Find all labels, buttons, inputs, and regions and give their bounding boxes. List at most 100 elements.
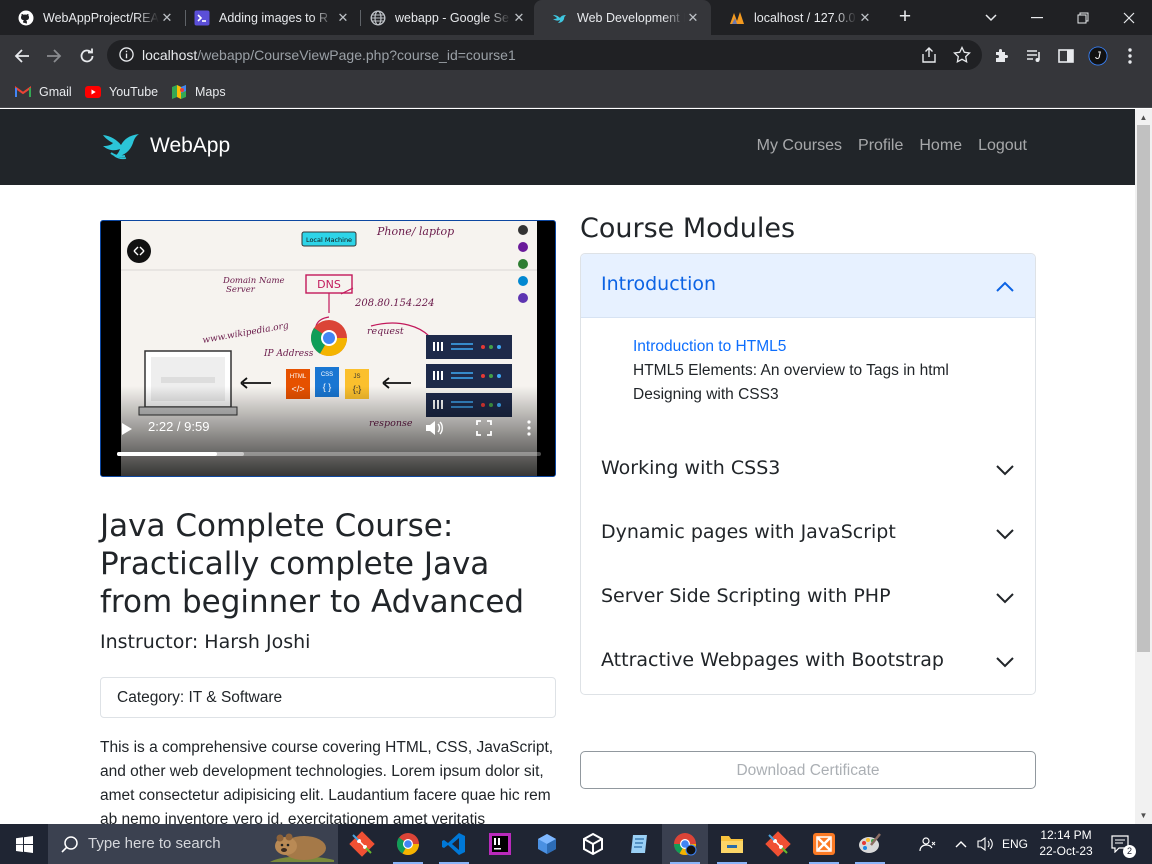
close-icon [1123, 12, 1135, 23]
address-bar[interactable]: localhost/webapp/CourseViewPage.php?cour… [107, 40, 982, 70]
board-ip: 208.80.154.224 [354, 298, 435, 309]
download-certificate-button[interactable]: Download Certificate [580, 751, 1036, 789]
tab-title: Adding images to R [219, 10, 329, 25]
close-tab-icon[interactable]: ✕ [511, 10, 527, 26]
fullscreen-icon[interactable] [475, 420, 493, 436]
browser-tab-1[interactable]: WebAppProject/REA ✕ [0, 0, 185, 35]
module-header-working-with-css3[interactable]: Working with CSS3 [601, 457, 780, 479]
board-dns: DNS [317, 278, 341, 291]
scroll-down-arrow-icon[interactable]: ▼ [1139, 811, 1148, 820]
nav-logout[interactable]: Logout [978, 137, 1027, 155]
bookmark-label: YouTube [109, 85, 159, 99]
info-icon[interactable] [119, 47, 134, 62]
volume-icon[interactable] [425, 420, 443, 436]
taskbar-xampp[interactable] [801, 824, 847, 864]
taskbar-vscode[interactable] [431, 824, 477, 864]
close-tab-icon[interactable]: ✕ [685, 10, 701, 26]
module-header-dynamic-pages[interactable]: Dynamic pages with JavaScript [601, 521, 896, 543]
bookmark-youtube[interactable]: YouTube [85, 82, 158, 102]
taskbar-clock[interactable]: 12:14 PM 22-Oct-23 [1030, 827, 1102, 859]
back-button[interactable] [7, 41, 37, 71]
close-tab-icon[interactable]: ✕ [159, 10, 175, 26]
modules-heading: Course Modules [580, 213, 796, 244]
close-tab-icon[interactable]: ✕ [335, 10, 351, 26]
tab-search-button[interactable] [968, 0, 1014, 35]
restore-button[interactable] [1060, 0, 1106, 35]
side-panel-button[interactable] [1056, 46, 1076, 66]
browser-tab-strip: WebAppProject/REA ✕ Adding images to R ✕… [0, 0, 1152, 35]
url-text[interactable]: localhost/webapp/CourseViewPage.php?cour… [142, 40, 516, 70]
taskbar-intellij[interactable] [477, 824, 523, 864]
board-html: HTML [290, 374, 307, 380]
lesson-item[interactable]: Designing with CSS3 [633, 386, 779, 404]
bookmark-maps[interactable]: Maps [171, 82, 226, 102]
taskbar-git-gui[interactable] [755, 824, 801, 864]
nav-home[interactable]: Home [919, 137, 962, 155]
brand-link[interactable]: WebApp [101, 129, 230, 163]
minimize-button[interactable] [1014, 0, 1060, 35]
lesson-item[interactable]: HTML5 Elements: An overview to Tags in h… [633, 362, 949, 380]
taskbar-box-app[interactable] [524, 824, 570, 864]
nav-my-courses[interactable]: My Courses [757, 137, 842, 155]
show-hidden-icons-button[interactable] [950, 824, 972, 864]
play-icon[interactable] [122, 423, 132, 435]
start-button[interactable] [0, 824, 48, 864]
browser-tab-2[interactable]: Adding images to R ✕ [176, 0, 361, 35]
bookmarks-bar: Gmail YouTube Maps [0, 76, 1152, 108]
phpmyadmin-icon [729, 10, 745, 26]
scrollbar-thumb[interactable] [1137, 125, 1150, 652]
extensions-button[interactable] [992, 46, 1012, 66]
taskbar-unity[interactable] [570, 824, 616, 864]
bookmark-gmail[interactable]: Gmail [15, 82, 72, 102]
taskbar-chrome-profile[interactable] [662, 824, 708, 864]
chevron-up-icon[interactable] [995, 279, 1015, 293]
taskbar-chrome[interactable] [385, 824, 431, 864]
nav-profile[interactable]: Profile [858, 137, 903, 155]
chrome-icon [396, 833, 419, 855]
action-center-button[interactable]: 2 [1106, 824, 1136, 864]
browser-tab-5[interactable]: localhost / 127.0.0.1 ✕ [711, 0, 883, 35]
profile-button[interactable]: J [1088, 46, 1108, 66]
chevron-down-icon[interactable] [995, 464, 1015, 478]
media-controls-button[interactable] [1024, 46, 1044, 66]
terminal-icon [194, 10, 210, 26]
chevron-down-icon[interactable] [995, 528, 1015, 542]
input-language[interactable]: ENG [999, 824, 1031, 864]
close-window-button[interactable] [1106, 0, 1152, 35]
module-header-server-side-php[interactable]: Server Side Scripting with PHP [601, 585, 891, 607]
arrow-right-icon [47, 49, 62, 63]
taskbar-search[interactable]: Type here to search [48, 824, 338, 864]
github-icon [18, 10, 34, 26]
new-tab-button[interactable]: + [893, 4, 917, 30]
video-more-options-icon[interactable] [526, 420, 532, 436]
video-progress-bar[interactable] [117, 452, 541, 456]
chrome-menu-button[interactable] [1120, 46, 1140, 66]
board-server: Server [226, 285, 256, 295]
close-tab-icon[interactable]: ✕ [857, 10, 873, 26]
kebab-menu-icon [1128, 48, 1132, 64]
scroll-up-arrow-icon[interactable]: ▲ [1139, 113, 1148, 122]
taskbar-notepad[interactable] [616, 824, 662, 864]
bird-logo-icon [103, 134, 139, 160]
browser-tab-4-active[interactable]: Web Development B ✕ [534, 0, 711, 35]
browser-tab-3[interactable]: webapp - Google Se ✕ [352, 0, 537, 35]
page-scrollbar[interactable]: ▲ ▼ [1135, 109, 1152, 824]
volume-button[interactable] [974, 824, 996, 864]
chevron-down-icon[interactable] [995, 592, 1015, 606]
chevron-up-icon [955, 841, 967, 848]
taskbar-paint[interactable] [847, 824, 893, 864]
board-website: www.wikipedia.org [202, 321, 290, 346]
course-video-player[interactable]: Local Machine Phone/ laptop Domain Name … [100, 220, 556, 477]
reload-button[interactable] [72, 41, 102, 71]
lesson-link[interactable]: Introduction to HTML5 [633, 338, 786, 356]
bookmark-star-icon[interactable] [953, 46, 971, 64]
people-button[interactable] [915, 824, 941, 864]
module-header-bootstrap[interactable]: Attractive Webpages with Bootstrap [601, 649, 944, 671]
forward-button[interactable] [39, 41, 69, 71]
intellij-icon [489, 833, 511, 855]
module-title[interactable]: Introduction [601, 273, 716, 295]
share-icon[interactable] [920, 46, 938, 64]
taskbar-file-explorer[interactable] [709, 824, 755, 864]
chevron-down-icon[interactable] [995, 656, 1015, 670]
taskbar-git[interactable] [339, 824, 385, 864]
